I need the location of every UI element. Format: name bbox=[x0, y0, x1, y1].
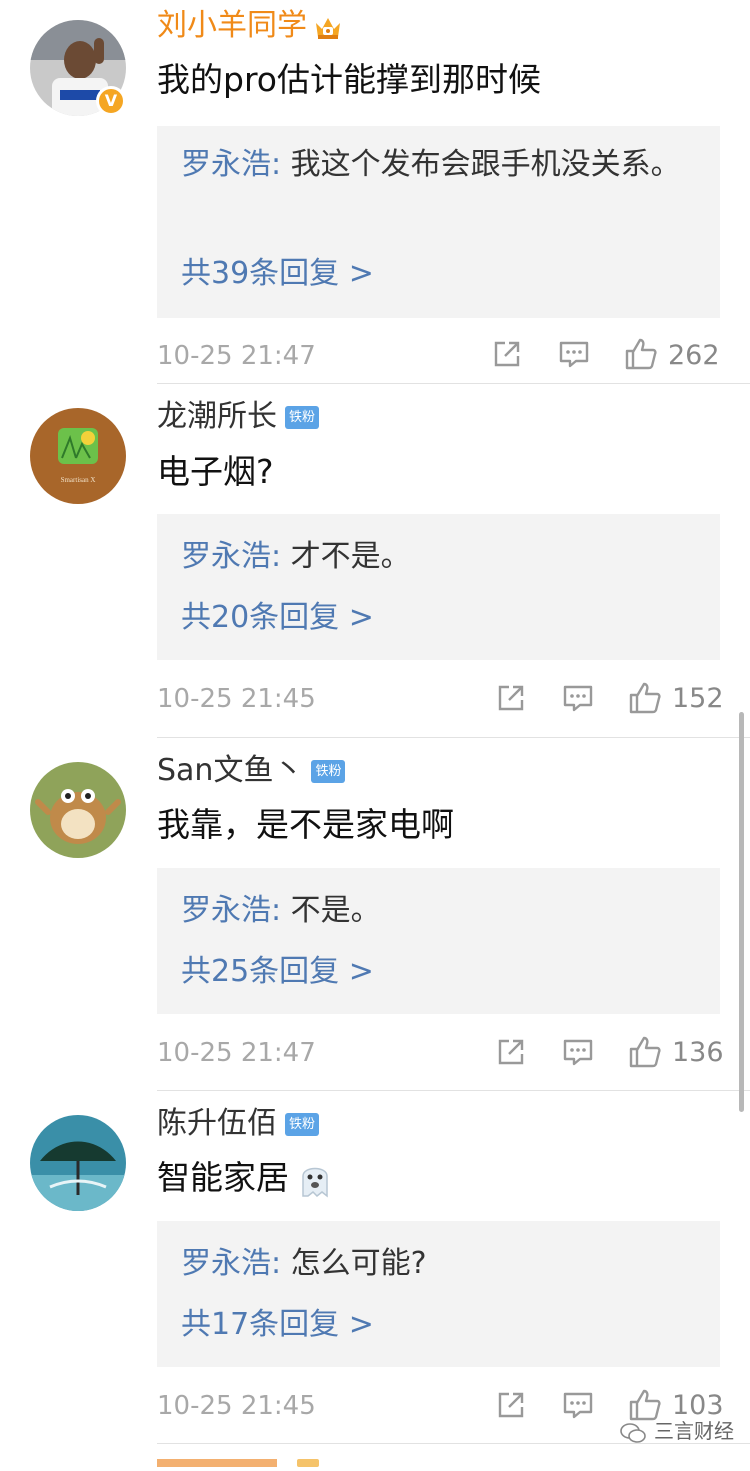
share-button[interactable] bbox=[496, 683, 526, 717]
view-replies-link[interactable]: 共20条回复 > bbox=[181, 600, 374, 636]
avatar[interactable]: Smartisan X bbox=[30, 408, 126, 504]
view-replies-link[interactable]: 共25条回复 > bbox=[181, 954, 374, 990]
like-icon bbox=[629, 682, 661, 714]
comment-icon bbox=[559, 341, 589, 368]
reply-preview: 罗永浩: 不是。 bbox=[181, 888, 700, 934]
reply-author[interactable]: 罗永浩: bbox=[181, 1246, 281, 1281]
comment-button[interactable] bbox=[562, 1390, 594, 1424]
avatar-caption: Smartisan X bbox=[61, 476, 96, 484]
comment-button[interactable] bbox=[558, 339, 590, 373]
username-text[interactable]: San文鱼丶 bbox=[157, 753, 303, 788]
comment-text: 智能家居 bbox=[157, 1158, 335, 1200]
username[interactable]: 刘小羊同学 bbox=[157, 8, 343, 44]
share-button[interactable] bbox=[496, 1037, 526, 1071]
reply-author[interactable]: 罗永浩: bbox=[181, 539, 281, 574]
scrollbar[interactable] bbox=[739, 712, 744, 1112]
username-text[interactable]: 龙潮所长 bbox=[157, 399, 277, 434]
reply-preview: 罗永浩: 我这个发布会跟手机没关系。 bbox=[181, 142, 700, 188]
reply-text: 我这个发布会跟手机没关系。 bbox=[281, 147, 681, 182]
share-icon bbox=[498, 1039, 524, 1065]
comment-text: 电子烟? bbox=[157, 452, 274, 491]
avatar[interactable] bbox=[30, 762, 126, 858]
divider bbox=[157, 383, 750, 384]
share-button[interactable] bbox=[496, 1390, 526, 1424]
reply-author[interactable]: 罗永浩: bbox=[181, 147, 281, 182]
reply-author[interactable]: 罗永浩: bbox=[181, 893, 281, 928]
wechat-icon bbox=[620, 1422, 646, 1443]
timestamp: 10-25 21:45 bbox=[157, 684, 316, 714]
comment-text: 我靠，是不是家电啊 bbox=[157, 805, 454, 844]
comment-button[interactable] bbox=[562, 683, 594, 717]
username[interactable]: San文鱼丶 铁粉 bbox=[157, 753, 346, 789]
fan-badge: 铁粉 bbox=[285, 406, 320, 429]
view-replies-link[interactable]: 共39条回复 > bbox=[181, 256, 374, 292]
avatar[interactable] bbox=[30, 1115, 126, 1211]
share-icon bbox=[498, 685, 524, 711]
comment-text: 我的pro估计能撑到那时候 bbox=[157, 60, 541, 99]
share-button[interactable] bbox=[492, 339, 522, 373]
divider bbox=[157, 1090, 750, 1091]
like-count: 152 bbox=[672, 683, 724, 714]
reply-box[interactable]: 罗永浩: 不是。 共25条回复 > bbox=[157, 868, 720, 1014]
avatar-image bbox=[30, 1115, 126, 1211]
username-text[interactable]: 刘小羊同学 bbox=[157, 8, 307, 43]
share-icon bbox=[494, 341, 520, 367]
comment-icon bbox=[563, 1392, 593, 1419]
like-count: 136 bbox=[672, 1037, 724, 1068]
comment-icon bbox=[563, 685, 593, 712]
comment-text-content: 智能家居 bbox=[157, 1158, 289, 1197]
comment-icon bbox=[563, 1039, 593, 1066]
like-button[interactable] bbox=[628, 681, 662, 715]
like-count: 262 bbox=[668, 340, 720, 371]
watermark: 三言财经 bbox=[620, 1416, 734, 1446]
like-icon bbox=[629, 1036, 661, 1068]
reply-box[interactable]: 罗永浩: 我这个发布会跟手机没关系。 共39条回复 > bbox=[157, 126, 720, 318]
crown-icon bbox=[316, 17, 340, 39]
divider bbox=[157, 737, 750, 738]
ghost-emoji-icon bbox=[302, 1167, 328, 1198]
view-replies-link[interactable]: 共17条回复 > bbox=[181, 1307, 374, 1343]
timestamp: 10-25 21:47 bbox=[157, 1038, 316, 1068]
watermark-text: 三言财经 bbox=[654, 1419, 734, 1443]
username[interactable]: 龙潮所长 铁粉 bbox=[157, 399, 320, 435]
username-text[interactable]: 陈升伍佰 bbox=[157, 1106, 277, 1141]
reply-preview: 罗永浩: 才不是。 bbox=[181, 534, 700, 580]
fan-badge: 铁粉 bbox=[285, 1113, 320, 1136]
reply-text: 才不是。 bbox=[281, 539, 411, 574]
like-icon bbox=[625, 338, 657, 370]
username[interactable]: 陈升伍佰 铁粉 bbox=[157, 1106, 320, 1142]
reply-text: 不是。 bbox=[281, 893, 381, 928]
avatar-image bbox=[30, 762, 126, 858]
comment-button[interactable] bbox=[562, 1037, 594, 1071]
reply-box[interactable]: 罗永浩: 怎么可能? 共17条回复 > bbox=[157, 1221, 720, 1367]
fan-badge: 铁粉 bbox=[311, 760, 346, 783]
timestamp: 10-25 21:47 bbox=[157, 341, 316, 371]
like-button[interactable] bbox=[628, 1035, 662, 1069]
next-comment-peek bbox=[157, 1452, 357, 1467]
timestamp: 10-25 21:45 bbox=[157, 1391, 316, 1421]
avatar-image: Smartisan X bbox=[30, 408, 126, 504]
verified-icon: V bbox=[96, 86, 126, 116]
reply-box[interactable]: 罗永浩: 才不是。 共20条回复 > bbox=[157, 514, 720, 660]
share-icon bbox=[498, 1392, 524, 1418]
reply-text: 怎么可能? bbox=[281, 1246, 427, 1281]
like-button[interactable] bbox=[624, 337, 658, 371]
reply-preview: 罗永浩: 怎么可能? bbox=[181, 1241, 700, 1287]
